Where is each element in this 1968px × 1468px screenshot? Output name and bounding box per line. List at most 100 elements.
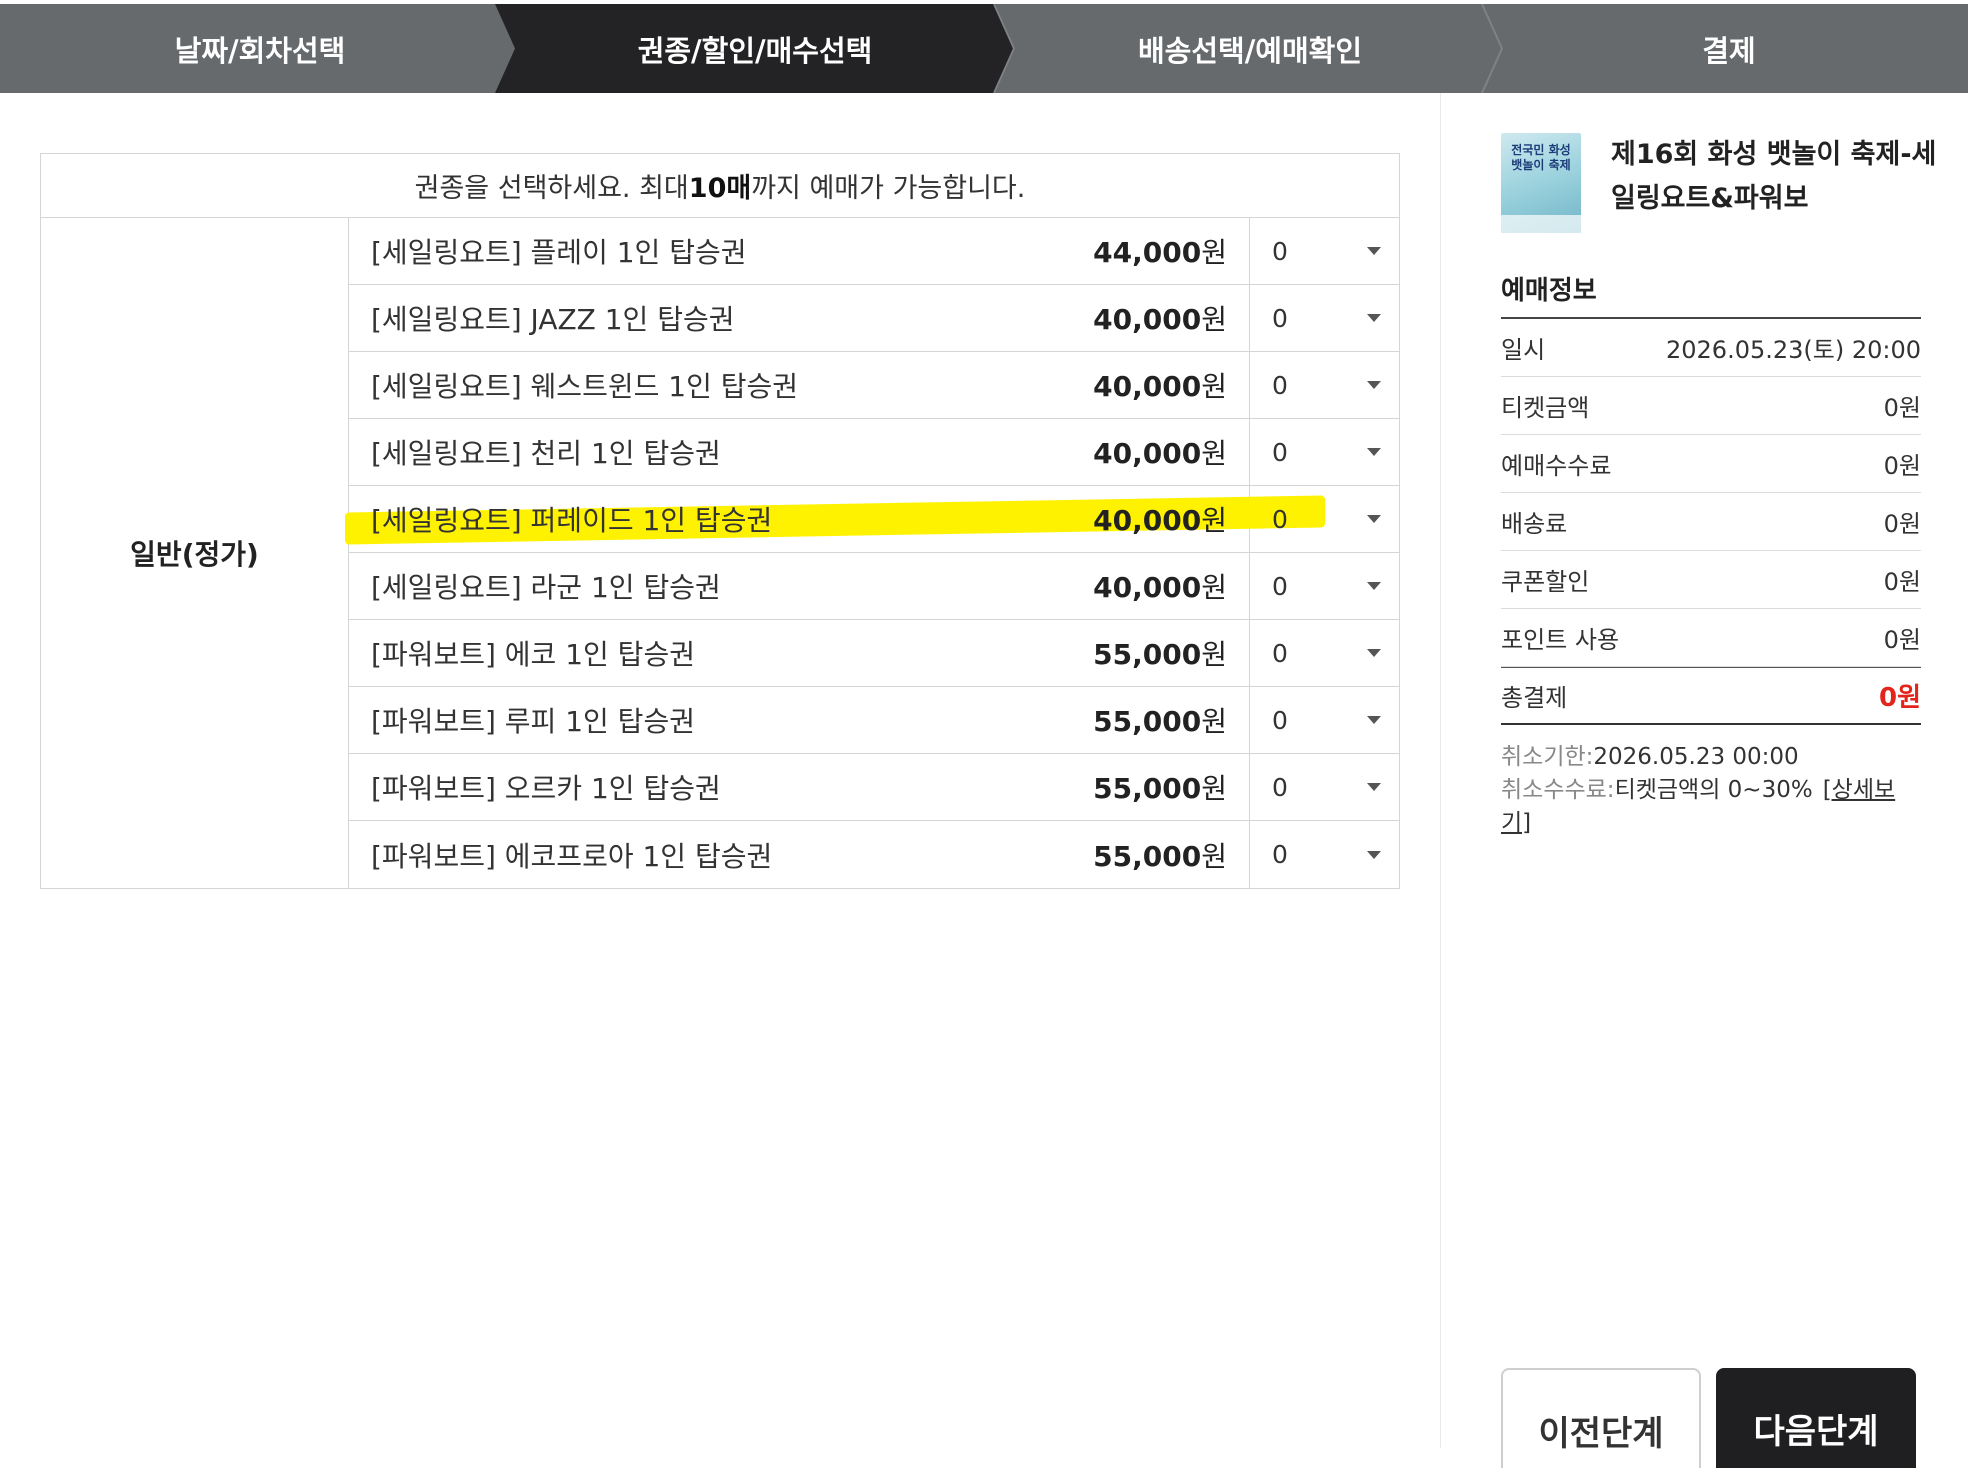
quantity-select[interactable]: 0 [1249, 553, 1399, 619]
ticket-price: 55,000원 [1089, 700, 1249, 740]
ticket-name: [파워보트] 루피 1인 탑승권 [371, 705, 695, 738]
cancel-fee-label: 취소수수료: [1501, 777, 1615, 803]
ticket-price-unit: 원 [1201, 303, 1227, 336]
info-label: 포인트 사용 [1501, 626, 1620, 654]
step-label: 결제 [1702, 33, 1756, 68]
info-value: 0원 [1883, 568, 1921, 596]
info-value: 2026.05.23(토) 20:00 [1665, 336, 1921, 364]
ticket-notice: 권종을 선택하세요. 최대 10매 까지 예매가 가능합니다. [40, 153, 1400, 218]
quantity-select[interactable]: 0 [1249, 754, 1399, 820]
step-payment[interactable]: 결제 [1490, 4, 1968, 93]
total-payment-row: 총결제 0원 [1501, 667, 1921, 725]
ticket-category: 일반(정가) [41, 218, 349, 888]
quantity-value: 0 [1272, 236, 1288, 266]
quantity-value: 0 [1272, 303, 1288, 333]
info-label: 일시 [1501, 336, 1546, 364]
ticket-row: [세일링요트] 라군 1인 탑승권 40,000원 0 [349, 553, 1399, 620]
ticket-name: [파워보트] 오르카 1인 탑승권 [371, 772, 721, 805]
ticket-price: 44,000원 [1089, 231, 1249, 271]
ticket-row: [세일링요트] 플레이 1인 탑승권 44,000원 0 [349, 218, 1399, 285]
info-label: 예매수수료 [1501, 452, 1612, 480]
quantity-select[interactable]: 0 [1249, 620, 1399, 686]
chevron-down-icon [1367, 850, 1381, 859]
quantity-value: 0 [1272, 504, 1288, 534]
step-ticket-type[interactable]: 권종/할인/매수선택 [495, 4, 1015, 93]
ticket-price-unit: 원 [1201, 437, 1227, 470]
ticket-row: [세일링요트] JAZZ 1인 탑승권 40,000원 0 [349, 285, 1399, 352]
step-date-session[interactable]: 날짜/회차선택 [0, 4, 520, 93]
booking-info-rows: 일시 2026.05.23(토) 20:00 티켓금액 0원 예매수수료 0원 배송료 0원 쿠… [1501, 319, 1921, 667]
ticket-name: [세일링요트] 라군 1인 탑승권 [371, 571, 721, 604]
ticket-price: 55,000원 [1089, 633, 1249, 673]
info-label: 티켓금액 [1501, 394, 1590, 422]
ticket-price-unit: 원 [1201, 571, 1227, 604]
chevron-down-icon [1367, 582, 1381, 590]
ticket-price-unit: 원 [1201, 839, 1227, 873]
ticket-price: 40,000원 [1089, 365, 1249, 405]
total-label: 총결제 [1501, 684, 1568, 712]
ticket-price-amount: 55,000 [1093, 705, 1202, 738]
chevron-down-icon [1367, 448, 1381, 456]
ticket-price-amount: 40,000 [1093, 571, 1202, 604]
quantity-select[interactable]: 0 [1249, 687, 1399, 753]
booking-summary: 전국민 화성 뱃놀이 축제 제16회 화성 뱃놀이 축제-세일링요트&파워보 예… [1440, 93, 1968, 1468]
ticket-price-amount: 40,000 [1093, 370, 1202, 403]
cancel-policy: 취소기한:2026.05.23 00:00 취소수수료:티켓금액의 0~30%[… [1501, 741, 1921, 840]
quantity-value: 0 [1272, 840, 1288, 869]
chevron-down-icon [1367, 783, 1381, 791]
prev-step-button[interactable]: 이전단계 [1501, 1368, 1701, 1468]
quantity-value: 0 [1272, 437, 1288, 467]
ticket-price-unit: 원 [1201, 772, 1227, 805]
total-value: 0원 [1878, 683, 1921, 713]
booking-info: 예매정보 일시 2026.05.23(토) 20:00 티켓금액 0원 예매수수료 0원 배… [1501, 270, 1921, 840]
next-step-button[interactable]: 다음단계 [1716, 1368, 1916, 1468]
poster-band [1501, 215, 1581, 233]
quantity-select[interactable]: 0 [1249, 285, 1399, 351]
quantity-select[interactable]: 0 [1249, 218, 1399, 284]
chevron-down-icon [1367, 716, 1381, 724]
booking-info-row: 쿠폰할인 0원 [1501, 551, 1921, 609]
info-value: 0원 [1883, 452, 1921, 480]
ticket-row: [파워보트] 루피 1인 탑승권 55,000원 0 [349, 687, 1399, 754]
step-label: 날짜/회차선택 [174, 33, 346, 68]
ticket-price: 40,000원 [1089, 298, 1249, 338]
step-delivery-confirm[interactable]: 배송선택/예매확인 [1010, 4, 1490, 93]
quantity-value: 0 [1272, 772, 1288, 802]
notice-prefix: 권종을 선택하세요. 최대 [414, 173, 689, 204]
ticket-price: 40,000원 [1089, 432, 1249, 472]
quantity-select[interactable]: 0 [1249, 352, 1399, 418]
info-label: 쿠폰할인 [1501, 568, 1590, 596]
ticket-row: [세일링요트] 천리 1인 탑승권 40,000원 0 [349, 419, 1399, 486]
quantity-select[interactable]: 0 [1249, 419, 1399, 485]
cancel-fee-value: 티켓금액의 0~30% [1614, 777, 1813, 803]
ticket-grid: 일반(정가) [세일링요트] 플레이 1인 탑승권 44,000원 0 [세일링요트]… [40, 218, 1400, 889]
ticket-price-amount: 44,000 [1093, 236, 1202, 269]
ticket-row: [파워보트] 에코 1인 탑승권 55,000원 0 [349, 620, 1399, 687]
ticket-price: 55,000원 [1089, 835, 1249, 875]
step-label: 배송선택/예매확인 [1137, 33, 1363, 68]
ticket-name: [세일링요트] 퍼레이드 1인 탑승권 [371, 504, 773, 537]
ticket-price-unit: 원 [1201, 504, 1227, 537]
ticket-name: [세일링요트] 천리 1인 탑승권 [371, 437, 721, 470]
ticket-price-amount: 55,000 [1093, 839, 1202, 873]
cancel-deadline: 취소기한:2026.05.23 00:00 [1501, 741, 1921, 774]
info-value: 0원 [1883, 626, 1921, 654]
show-title: 제16회 화성 뱃놀이 축제-세일링요트&파워보 [1611, 139, 1937, 214]
chevron-down-icon [1367, 515, 1381, 523]
booking-info-heading: 예매정보 [1501, 270, 1921, 319]
ticket-rows: [세일링요트] 플레이 1인 탑승권 44,000원 0 [세일링요트] JAZZ 1… [345, 218, 1399, 888]
quantity-select[interactable]: 0 [1249, 821, 1399, 888]
ticket-price-unit: 원 [1201, 638, 1227, 671]
booking-info-row: 일시 2026.05.23(토) 20:00 [1501, 319, 1921, 377]
chevron-down-icon [1367, 247, 1381, 255]
quantity-value: 0 [1272, 370, 1288, 400]
notice-suffix: 까지 예매가 가능합니다. [751, 173, 1026, 204]
booking-info-row: 배송료 0원 [1501, 493, 1921, 551]
ticket-price-amount: 55,000 [1093, 638, 1202, 671]
info-value: 0원 [1883, 510, 1921, 538]
booking-steps: 날짜/회차선택 권종/할인/매수선택 배송선택/예매확인 결제 [0, 4, 1968, 93]
ticket-price-unit: 원 [1201, 705, 1227, 738]
ticket-price: 40,000원 [1089, 499, 1249, 539]
booking-info-row: 티켓금액 0원 [1501, 377, 1921, 435]
ticket-name: [세일링요트] JAZZ 1인 탑승권 [371, 303, 735, 336]
